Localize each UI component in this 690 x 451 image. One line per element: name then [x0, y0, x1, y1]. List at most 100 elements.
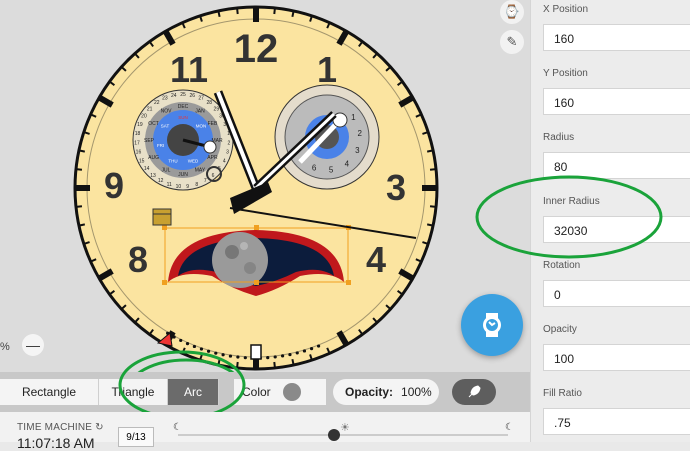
subdial-number: 1 [351, 113, 356, 122]
day-label: 8 [195, 182, 198, 188]
side-tools: ⌚ ✎ [500, 0, 526, 60]
weekday-label: WED [188, 159, 199, 164]
day-label: 20 [141, 114, 147, 120]
rocket-icon [468, 385, 481, 398]
day-label: 19 [137, 122, 143, 128]
arc-dot [192, 344, 197, 349]
numeral-9: 9 [104, 165, 124, 206]
prop-label-x: X Position [543, 4, 589, 15]
canvas-area[interactable]: 12 1 3 4 8 9 11 DEC JAN FEB MAR APR MAY JUN JUL… [0, 0, 530, 372]
zoom-label: % [0, 341, 10, 353]
opacity-value: 100% [401, 385, 432, 399]
arc-dot [214, 351, 218, 355]
numeral-11: 11 [170, 49, 208, 90]
month-label: FEB [208, 121, 218, 127]
weekday-label: SAT [161, 124, 170, 129]
weekday-label: SUN [178, 115, 188, 120]
day-label: 9 [186, 184, 189, 190]
watch-sync-icon [483, 313, 501, 337]
day-label: 2 [228, 140, 231, 146]
date-field[interactable]: 9/13 [118, 427, 154, 447]
arc-dot [288, 352, 292, 357]
calendar-icon [152, 208, 172, 226]
arc-dot [280, 354, 285, 358]
prop-label-opacity: Opacity [543, 324, 577, 335]
day-label: 17 [134, 140, 140, 146]
month-label: NOV [161, 109, 173, 115]
opacity-control[interactable]: Opacity: 100% [333, 379, 439, 405]
day-label: 25 [180, 92, 186, 98]
day-label: 23 [162, 96, 168, 102]
moon-icon-right: ☾ [505, 422, 514, 433]
time-slider-knob[interactable] [328, 429, 340, 441]
month-label: MAY [195, 167, 206, 173]
weekday-label: FRI [157, 143, 164, 148]
arc-dot [228, 354, 233, 358]
sun-icon: ☀ [340, 422, 350, 434]
arc-dot [185, 341, 190, 346]
day-label: 3 [226, 150, 229, 156]
prop-label-radius: Radius [543, 132, 575, 143]
day-label: 13 [150, 173, 156, 179]
arc-dot [172, 335, 176, 339]
color-swatch[interactable] [282, 383, 301, 401]
month-label: JAN [195, 109, 205, 115]
arc-dot [243, 356, 247, 360]
month-label: APR [207, 155, 218, 161]
properties-panel: X Position 160 Y Position 160 Radius 80 … [530, 0, 690, 442]
seconds-subdial: 123456 [274, 84, 380, 190]
rectangle-button[interactable]: Rectangle [0, 379, 99, 405]
numeral-1: 1 [317, 49, 337, 90]
brush-icon[interactable]: ✎ [500, 30, 524, 54]
day-label: 4 [223, 158, 226, 164]
weekday-label: THU [168, 159, 177, 164]
arc-button[interactable]: Arc [168, 379, 219, 405]
arc-dot [309, 347, 314, 351]
watch-sync-button[interactable] [461, 294, 523, 356]
month-label: OCT [148, 121, 159, 127]
time-slider[interactable] [178, 434, 508, 436]
day-label: 7 [204, 178, 207, 184]
day-label: 18 [135, 131, 141, 137]
numeral-3: 3 [386, 167, 406, 208]
watch-icon[interactable]: ⌚ [500, 0, 524, 24]
day-label: 6 [212, 173, 215, 179]
day-label: 22 [154, 100, 160, 106]
arc-dot [179, 338, 183, 343]
moon-icon-left: ☾ [173, 422, 182, 433]
arc-dot [206, 349, 211, 353]
time-machine-bar: TIME MACHINE ↻ 11:07:18 AM 9/13 ☾ ☀ ☾ [0, 412, 530, 451]
arc-dot [199, 347, 204, 351]
subdial-number: 2 [358, 129, 363, 138]
day-label: 10 [176, 184, 182, 190]
rotation-input[interactable]: 0 [543, 280, 690, 307]
launch-button[interactable] [452, 379, 496, 405]
inner-radius-input[interactable]: 32030 [543, 216, 690, 243]
month-label: JUL [162, 167, 171, 173]
subdial-number: 6 [312, 163, 317, 172]
numeral-8: 8 [128, 239, 148, 280]
prop-label-inner-radius: Inner Radius [543, 196, 600, 207]
fill-ratio-input[interactable]: .75 [543, 408, 690, 435]
weekday-label: MON [196, 124, 207, 129]
day-label: 15 [139, 158, 145, 164]
arc-dot [302, 349, 307, 353]
month-label: AUG [148, 155, 159, 161]
day-label: 21 [147, 106, 153, 112]
radius-input[interactable]: 80 [543, 152, 690, 179]
color-picker[interactable]: Color [234, 379, 326, 405]
day-label: 16 [136, 150, 142, 156]
zoom-out-button[interactable]: — [22, 334, 44, 356]
triangle-button[interactable]: Triangle [99, 379, 168, 405]
day-label: 11 [167, 182, 172, 188]
time-machine-label: TIME MACHINE ↻ [17, 422, 104, 433]
y-position-input[interactable]: 160 [543, 88, 690, 115]
month-label: DEC [178, 104, 189, 110]
day-label: 26 [189, 93, 195, 99]
watch-face-preview[interactable]: 12 1 3 4 8 9 11 DECJANFEBMARAPRMAYJUNJUL… [0, 0, 530, 372]
calendar-subdial: DECJANFEBMARAPRMAYJUNJULAUGSEPOCTNOV 25 2… [132, 89, 234, 191]
x-position-input[interactable]: 160 [543, 24, 690, 51]
arc-dot [236, 355, 240, 359]
opacity-label: Opacity: [345, 385, 394, 399]
opacity-input[interactable]: 100 [543, 344, 690, 371]
